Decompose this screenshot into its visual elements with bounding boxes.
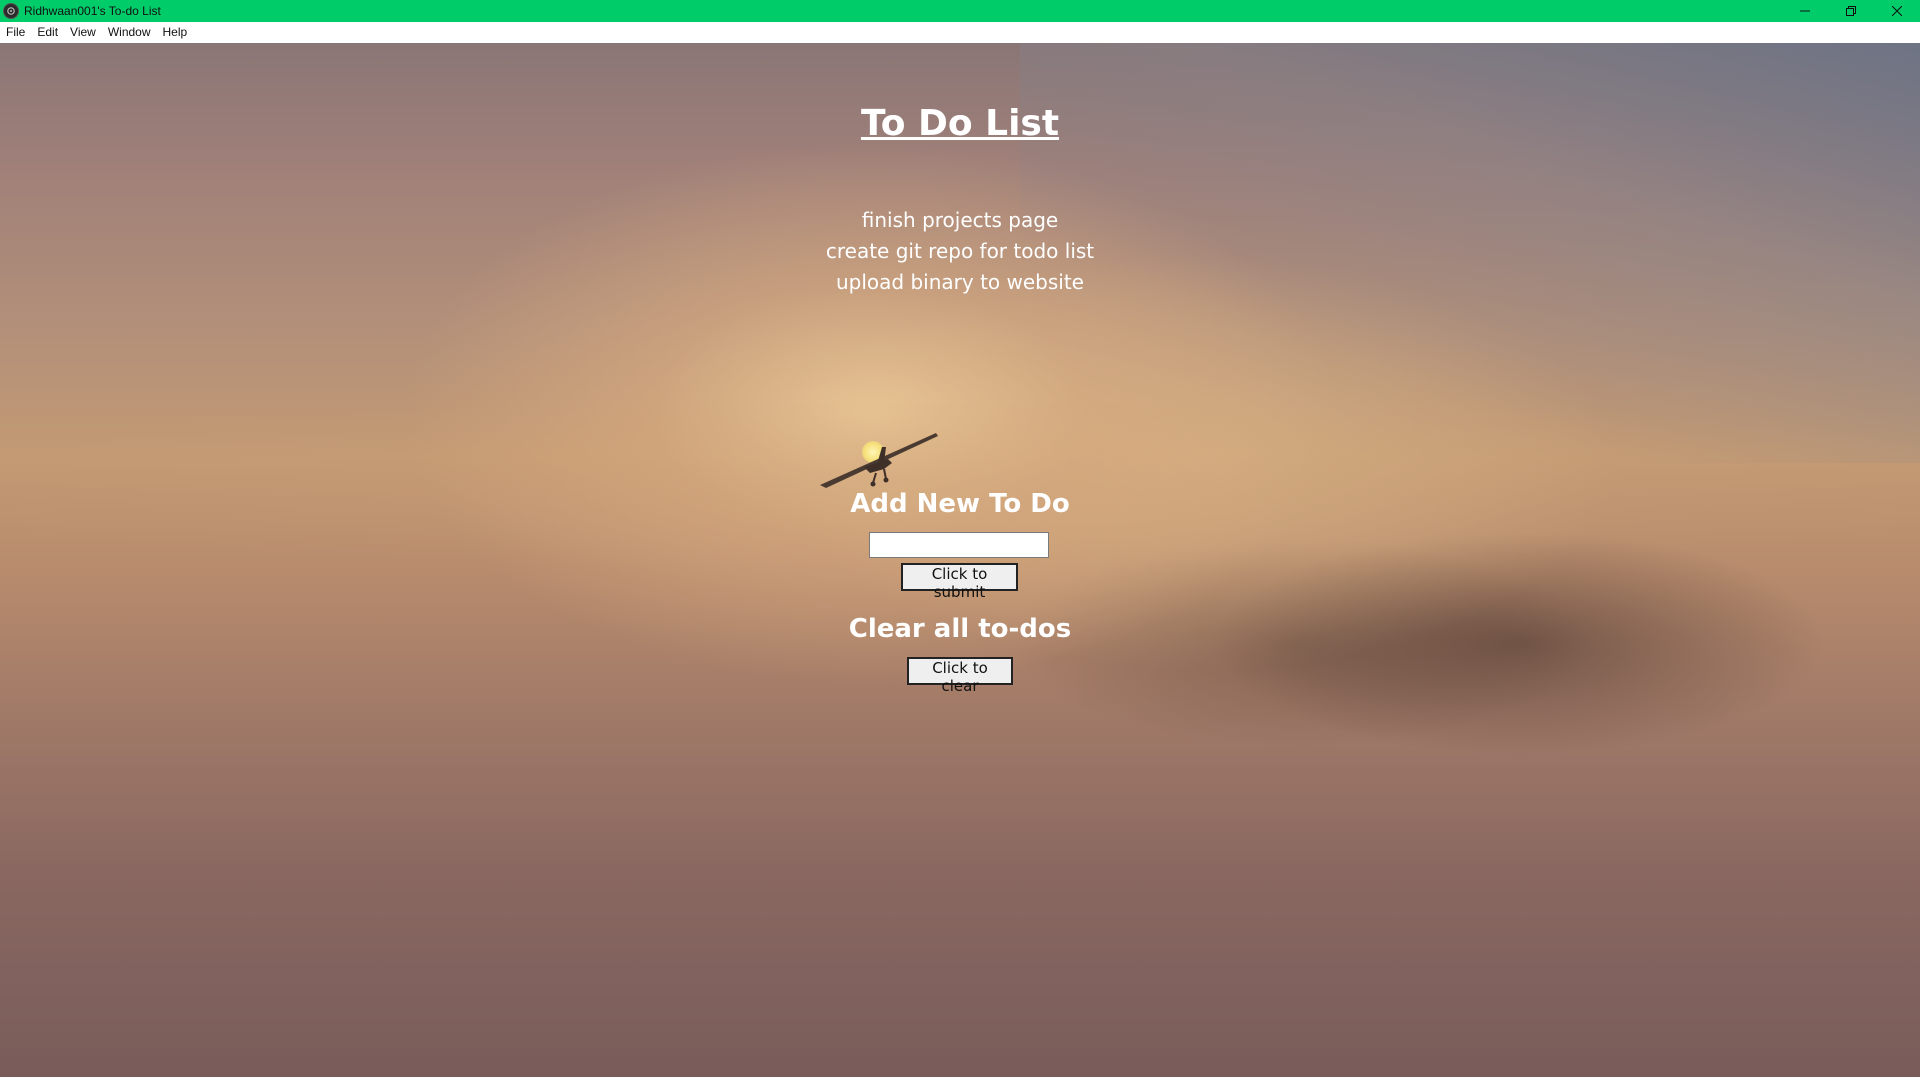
minimize-icon — [1800, 10, 1810, 12]
restore-button[interactable] — [1828, 0, 1874, 22]
close-button[interactable] — [1874, 0, 1920, 22]
window-controls — [1782, 0, 1920, 22]
page-title: To Do List — [860, 103, 1060, 144]
restore-icon — [1846, 6, 1856, 16]
app-content: To Do List finish projects page create g… — [0, 43, 1920, 1077]
todo-item: create git repo for todo list — [825, 239, 1095, 263]
todo-item: finish projects page — [861, 208, 1059, 232]
todo-list: finish projects page create git repo for… — [0, 205, 1920, 298]
todo-item: upload binary to website — [836, 270, 1084, 294]
menu-edit[interactable]: Edit — [31, 22, 64, 43]
new-todo-input[interactable] — [869, 532, 1049, 558]
clear-todos-heading: Clear all to-dos — [848, 614, 1072, 644]
add-todo-heading: Add New To Do — [850, 489, 1070, 519]
minimize-button[interactable] — [1782, 0, 1828, 22]
window-title: Ridhwaan001's To-do List — [24, 4, 161, 18]
submit-button[interactable]: Click to submit — [901, 563, 1018, 601]
menu-help[interactable]: Help — [157, 22, 194, 43]
title-bar: Ridhwaan001's To-do List — [0, 0, 1920, 22]
menu-file[interactable]: File — [0, 22, 31, 43]
airplane-image — [820, 433, 938, 488]
clear-button[interactable]: Click to clear — [907, 657, 1013, 695]
app-logo-icon — [3, 3, 19, 19]
menu-window[interactable]: Window — [102, 22, 157, 43]
menu-bar: File Edit View Window Help — [0, 22, 1920, 44]
menu-view[interactable]: View — [64, 22, 102, 43]
close-icon — [1892, 6, 1902, 16]
